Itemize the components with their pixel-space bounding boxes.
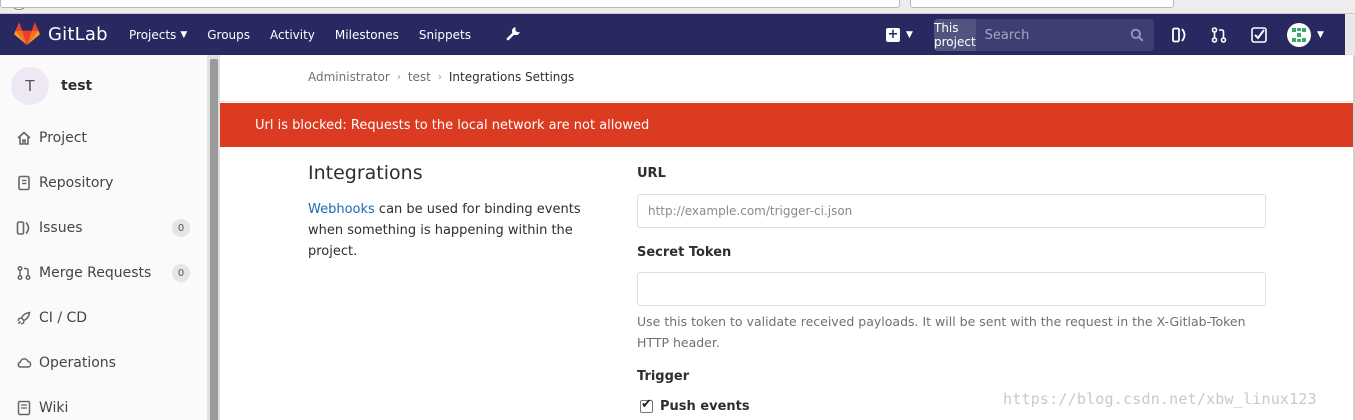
nav-projects-label: Projects bbox=[129, 27, 177, 42]
sidebar-item-label: Operations bbox=[39, 355, 116, 371]
home-icon bbox=[17, 131, 31, 145]
issues-icon[interactable] bbox=[1171, 26, 1189, 44]
sidebar-item-wiki[interactable]: Wiki bbox=[0, 388, 208, 420]
count-badge: 0 bbox=[172, 264, 190, 282]
sidebar-item-label: Project bbox=[39, 130, 87, 146]
secret-token-help: Use this token to validate received payl… bbox=[637, 314, 1246, 350]
page-title: Integrations bbox=[308, 162, 423, 184]
settings-description: Webhooks can be used for binding events … bbox=[308, 199, 588, 262]
rocket-icon bbox=[17, 311, 31, 325]
search-scope-badge[interactable]: This project bbox=[934, 19, 976, 51]
checkmark-icon: ✔ bbox=[641, 397, 652, 412]
tanuki-icon bbox=[14, 22, 40, 45]
sidebar-item-label: Wiki bbox=[39, 400, 69, 416]
browser-search-bar[interactable] bbox=[910, 0, 1174, 8]
chevron-right-icon: › bbox=[396, 71, 401, 83]
breadcrumb-administrator[interactable]: Administrator bbox=[308, 70, 390, 84]
divider bbox=[220, 101, 1355, 102]
book-icon bbox=[18, 175, 30, 191]
brand-name: GitLab bbox=[48, 23, 108, 45]
nav-milestones[interactable]: Milestones bbox=[335, 28, 399, 42]
count-badge: 0 bbox=[172, 219, 190, 237]
top-navbar: GitLab Projects ▼ Groups Activity Milest… bbox=[0, 14, 1355, 55]
alert-message: Url is blocked: Requests to the local ne… bbox=[255, 117, 650, 133]
nav-snippets[interactable]: Snippets bbox=[419, 28, 471, 42]
chevron-right-icon: › bbox=[437, 71, 442, 83]
nav-groups[interactable]: Groups bbox=[207, 28, 250, 42]
trigger-label: Trigger bbox=[637, 369, 690, 384]
gitlab-logo[interactable]: GitLab bbox=[14, 22, 108, 46]
project-name: test bbox=[61, 78, 93, 94]
sidebar-item-issues[interactable]: Issues 0 bbox=[0, 208, 208, 248]
breadcrumb-current[interactable]: Integrations Settings bbox=[449, 70, 574, 84]
sidebar-item-label: CI / CD bbox=[39, 310, 88, 326]
nav-links: Projects ▼ Groups Activity Milestones Sn… bbox=[129, 14, 491, 55]
wiki-icon bbox=[17, 400, 31, 416]
project-avatar: T bbox=[11, 67, 49, 105]
nav-projects[interactable]: Projects ▼ bbox=[129, 28, 187, 42]
plus-square-icon: + bbox=[886, 27, 900, 42]
chevron-down-icon: ▼ bbox=[1317, 30, 1324, 40]
sidebar-item-repository[interactable]: Repository bbox=[0, 163, 208, 203]
chevron-down-icon: ▼ bbox=[180, 29, 188, 40]
watermark: https://blog.csdn.net/xbw_linux123 bbox=[1003, 390, 1317, 408]
todo-checkbox-icon[interactable] bbox=[1250, 26, 1268, 44]
issues-icon bbox=[16, 221, 30, 235]
cloud-gear-icon bbox=[17, 358, 32, 368]
nav-activity[interactable]: Activity bbox=[270, 28, 315, 42]
scrollbar-thumb[interactable] bbox=[210, 59, 218, 420]
secret-token-label: Secret Token bbox=[637, 245, 732, 260]
breadcrumb-project[interactable]: test bbox=[408, 70, 431, 84]
sidebar-item-label: Issues bbox=[39, 220, 83, 236]
avatar bbox=[1287, 23, 1311, 47]
scrollbar-strip bbox=[1345, 14, 1355, 55]
browser-toolbar bbox=[0, 0, 1355, 14]
push-events-label[interactable]: Push events bbox=[660, 399, 750, 414]
new-dropdown-button[interactable]: + ▼ bbox=[886, 26, 920, 44]
merge-request-icon bbox=[17, 265, 31, 281]
push-events-checkbox-row[interactable]: ✔ Push events bbox=[640, 397, 750, 414]
breadcrumb: Administrator › test › Integrations Sett… bbox=[308, 70, 574, 84]
search-box: This project bbox=[934, 19, 1155, 51]
sidebar-item-project[interactable]: Project bbox=[0, 118, 208, 158]
browser-url-bar[interactable] bbox=[0, 0, 900, 8]
wrench-icon[interactable] bbox=[505, 24, 523, 42]
user-menu[interactable]: ▼ bbox=[1287, 23, 1324, 47]
sidebar-item-operations[interactable]: Operations bbox=[0, 343, 208, 383]
sidebar-item-merge-requests[interactable]: Merge Requests 0 bbox=[0, 253, 208, 293]
merge-request-icon[interactable] bbox=[1210, 26, 1228, 44]
push-events-checkbox[interactable]: ✔ bbox=[640, 397, 653, 413]
sidebar-item-ci-cd[interactable]: CI / CD bbox=[0, 298, 208, 338]
chevron-down-icon: ▼ bbox=[906, 30, 913, 40]
sidebar-item-label: Repository bbox=[39, 175, 114, 191]
project-sidebar: T test Project Repository Issues 0 Merge… bbox=[0, 55, 208, 420]
webhooks-link[interactable]: Webhooks bbox=[308, 202, 375, 217]
sidebar-scrollbar[interactable] bbox=[208, 55, 220, 420]
url-input[interactable] bbox=[637, 194, 1266, 228]
search-icon bbox=[1130, 28, 1144, 42]
url-label: URL bbox=[637, 166, 666, 181]
sidebar-item-label: Merge Requests bbox=[39, 265, 152, 281]
identicon-icon bbox=[1292, 28, 1306, 42]
sidebar-project-header[interactable]: T test bbox=[11, 67, 92, 105]
error-flash-alert: Url is blocked: Requests to the local ne… bbox=[220, 103, 1353, 147]
secret-token-input[interactable] bbox=[637, 272, 1266, 306]
search-input[interactable] bbox=[975, 19, 1155, 51]
